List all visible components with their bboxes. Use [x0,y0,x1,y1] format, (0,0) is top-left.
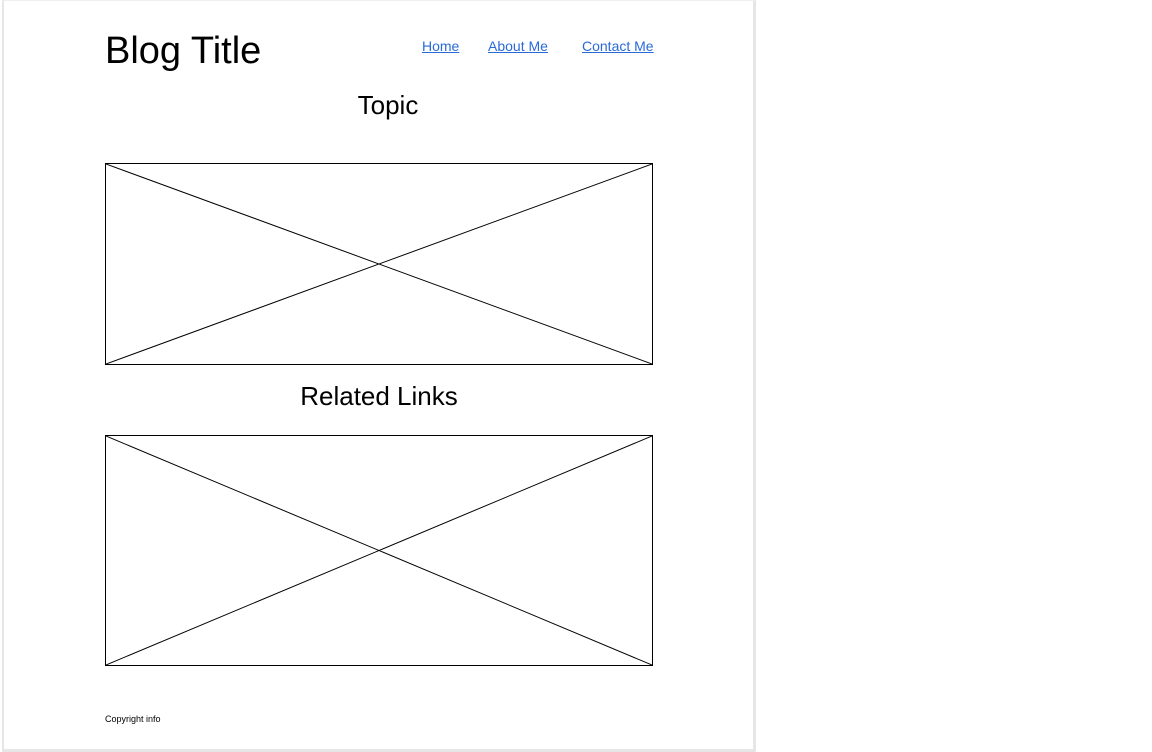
related-links-placeholder [105,435,653,666]
placeholder-cross-icon [106,436,652,665]
nav-link-about-me[interactable]: About Me [488,38,548,54]
topic-heading: Topic [357,90,419,120]
nav-link-home[interactable]: Home [422,38,459,54]
page-stage: Blog Title Home About Me Contact Me Topi… [0,0,1152,752]
wireframe-canvas: Blog Title Home About Me Contact Me Topi… [2,0,756,752]
nav-link-contact-me[interactable]: Contact Me [582,38,654,54]
copyright-text: Copyright info [105,714,161,724]
placeholder-cross-icon [106,164,652,364]
related-links-heading: Related Links [300,381,458,411]
topic-image-placeholder [105,163,653,365]
blog-title: Blog Title [105,30,262,72]
